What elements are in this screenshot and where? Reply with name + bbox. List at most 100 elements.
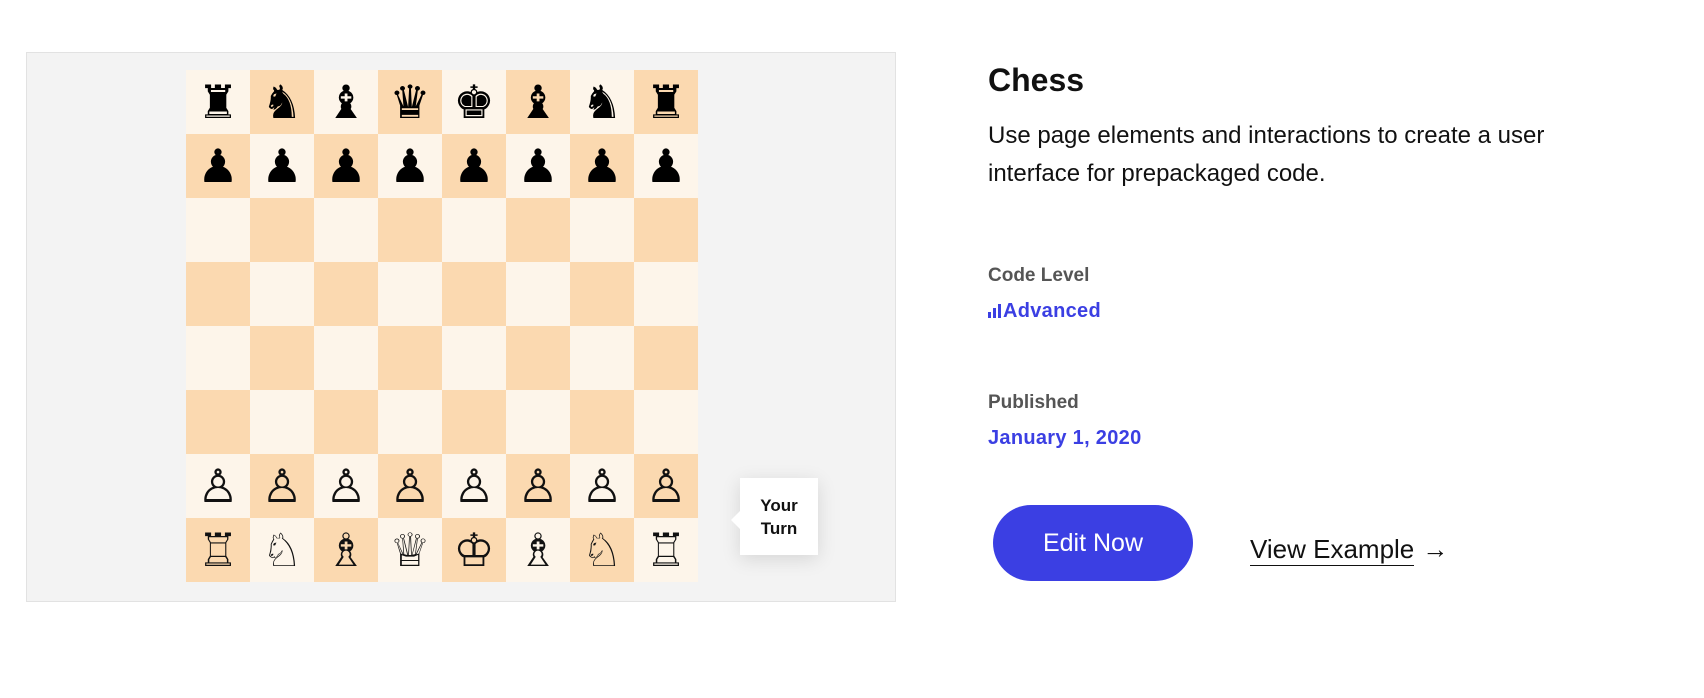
board-square-d6[interactable]: [378, 198, 442, 262]
board-square-f2[interactable]: ♙: [506, 454, 570, 518]
board-square-b5[interactable]: [250, 262, 314, 326]
chess-piece[interactable]: ♞: [261, 79, 302, 125]
board-square-a3[interactable]: [186, 390, 250, 454]
board-square-d7[interactable]: ♟: [378, 134, 442, 198]
board-square-f6[interactable]: [506, 198, 570, 262]
board-square-d8[interactable]: ♛: [378, 70, 442, 134]
chess-piece[interactable]: ♟: [645, 143, 686, 189]
board-square-h6[interactable]: [634, 198, 698, 262]
board-square-e7[interactable]: ♟: [442, 134, 506, 198]
chess-piece[interactable]: ♙: [261, 463, 302, 509]
chess-board[interactable]: ♜ ♞ ♝ ♛ ♚ ♝ ♞ ♜ ♟ ♟ ♟ ♟ ♟ ♟ ♟ ♟ ♙ ♙ ♙ ♙ ♙ ♙ ♙ ♙ ♖ ♘ ♗ ♕ ♔ ♗ ♘ ♖: [186, 70, 698, 582]
board-square-h7[interactable]: ♟: [634, 134, 698, 198]
board-square-f7[interactable]: ♟: [506, 134, 570, 198]
board-square-g6[interactable]: [570, 198, 634, 262]
board-square-d2[interactable]: ♙: [378, 454, 442, 518]
board-square-g1[interactable]: ♘: [570, 518, 634, 582]
edit-now-button[interactable]: Edit Now: [993, 505, 1193, 581]
board-square-g4[interactable]: [570, 326, 634, 390]
board-square-g2[interactable]: ♙: [570, 454, 634, 518]
chess-piece[interactable]: ♙: [453, 463, 494, 509]
board-square-e5[interactable]: [442, 262, 506, 326]
chess-piece[interactable]: ♕: [389, 527, 430, 573]
board-square-b6[interactable]: [250, 198, 314, 262]
chess-piece[interactable]: ♛: [389, 79, 430, 125]
chess-piece[interactable]: ♗: [517, 527, 558, 573]
board-square-f3[interactable]: [506, 390, 570, 454]
board-square-g5[interactable]: [570, 262, 634, 326]
board-square-f8[interactable]: ♝: [506, 70, 570, 134]
board-square-c4[interactable]: [314, 326, 378, 390]
chess-piece[interactable]: ♔: [453, 527, 494, 573]
board-square-a1[interactable]: ♖: [186, 518, 250, 582]
board-square-h3[interactable]: [634, 390, 698, 454]
board-square-e3[interactable]: [442, 390, 506, 454]
chess-piece[interactable]: ♚: [453, 79, 494, 125]
template-preview: ♜ ♞ ♝ ♛ ♚ ♝ ♞ ♜ ♟ ♟ ♟ ♟ ♟ ♟ ♟ ♟ ♙ ♙ ♙ ♙ ♙ ♙ ♙ ♙ ♖ ♘ ♗ ♕ ♔ ♗ ♘ ♖ Your Tu…: [26, 52, 896, 602]
chess-piece[interactable]: ♟: [389, 143, 430, 189]
board-square-c5[interactable]: [314, 262, 378, 326]
board-square-c7[interactable]: ♟: [314, 134, 378, 198]
board-square-c1[interactable]: ♗: [314, 518, 378, 582]
chess-piece[interactable]: ♗: [325, 527, 366, 573]
board-square-a4[interactable]: [186, 326, 250, 390]
board-square-b2[interactable]: ♙: [250, 454, 314, 518]
board-square-h5[interactable]: [634, 262, 698, 326]
board-square-f1[interactable]: ♗: [506, 518, 570, 582]
chess-piece[interactable]: ♖: [197, 527, 238, 573]
chess-piece[interactable]: ♝: [325, 79, 366, 125]
chess-piece[interactable]: ♝: [517, 79, 558, 125]
chess-piece[interactable]: ♟: [453, 143, 494, 189]
board-square-e2[interactable]: ♙: [442, 454, 506, 518]
board-square-b8[interactable]: ♞: [250, 70, 314, 134]
board-square-b7[interactable]: ♟: [250, 134, 314, 198]
chess-piece[interactable]: ♘: [581, 527, 622, 573]
board-square-e1[interactable]: ♔: [442, 518, 506, 582]
chess-piece[interactable]: ♟: [197, 143, 238, 189]
chess-piece[interactable]: ♞: [581, 79, 622, 125]
chess-piece[interactable]: ♟: [517, 143, 558, 189]
chess-piece[interactable]: ♘: [261, 527, 302, 573]
board-square-a7[interactable]: ♟: [186, 134, 250, 198]
board-square-f4[interactable]: [506, 326, 570, 390]
chess-piece[interactable]: ♖: [645, 527, 686, 573]
board-square-a2[interactable]: ♙: [186, 454, 250, 518]
chess-piece[interactable]: ♙: [645, 463, 686, 509]
chess-piece[interactable]: ♙: [325, 463, 366, 509]
chess-piece[interactable]: ♟: [261, 143, 302, 189]
board-square-a8[interactable]: ♜: [186, 70, 250, 134]
board-square-e6[interactable]: [442, 198, 506, 262]
board-square-h4[interactable]: [634, 326, 698, 390]
board-square-c3[interactable]: [314, 390, 378, 454]
board-square-d3[interactable]: [378, 390, 442, 454]
chess-piece[interactable]: ♟: [581, 143, 622, 189]
board-square-a6[interactable]: [186, 198, 250, 262]
board-square-d4[interactable]: [378, 326, 442, 390]
board-square-d5[interactable]: [378, 262, 442, 326]
board-square-g7[interactable]: ♟: [570, 134, 634, 198]
board-square-f5[interactable]: [506, 262, 570, 326]
board-square-b1[interactable]: ♘: [250, 518, 314, 582]
chess-piece[interactable]: ♙: [581, 463, 622, 509]
board-square-d1[interactable]: ♕: [378, 518, 442, 582]
board-square-g8[interactable]: ♞: [570, 70, 634, 134]
board-square-g3[interactable]: [570, 390, 634, 454]
chess-piece[interactable]: ♙: [517, 463, 558, 509]
board-square-e4[interactable]: [442, 326, 506, 390]
board-square-h8[interactable]: ♜: [634, 70, 698, 134]
board-square-a5[interactable]: [186, 262, 250, 326]
chess-piece[interactable]: ♟: [325, 143, 366, 189]
chess-piece[interactable]: ♜: [197, 79, 238, 125]
board-square-c8[interactable]: ♝: [314, 70, 378, 134]
board-square-b3[interactable]: [250, 390, 314, 454]
board-square-h1[interactable]: ♖: [634, 518, 698, 582]
board-square-e8[interactable]: ♚: [442, 70, 506, 134]
board-square-c2[interactable]: ♙: [314, 454, 378, 518]
board-square-c6[interactable]: [314, 198, 378, 262]
board-square-h2[interactable]: ♙: [634, 454, 698, 518]
chess-piece[interactable]: ♜: [645, 79, 686, 125]
view-example-link[interactable]: View Example →: [1250, 534, 1448, 566]
chess-piece[interactable]: ♙: [389, 463, 430, 509]
chess-piece[interactable]: ♙: [197, 463, 238, 509]
board-square-b4[interactable]: [250, 326, 314, 390]
